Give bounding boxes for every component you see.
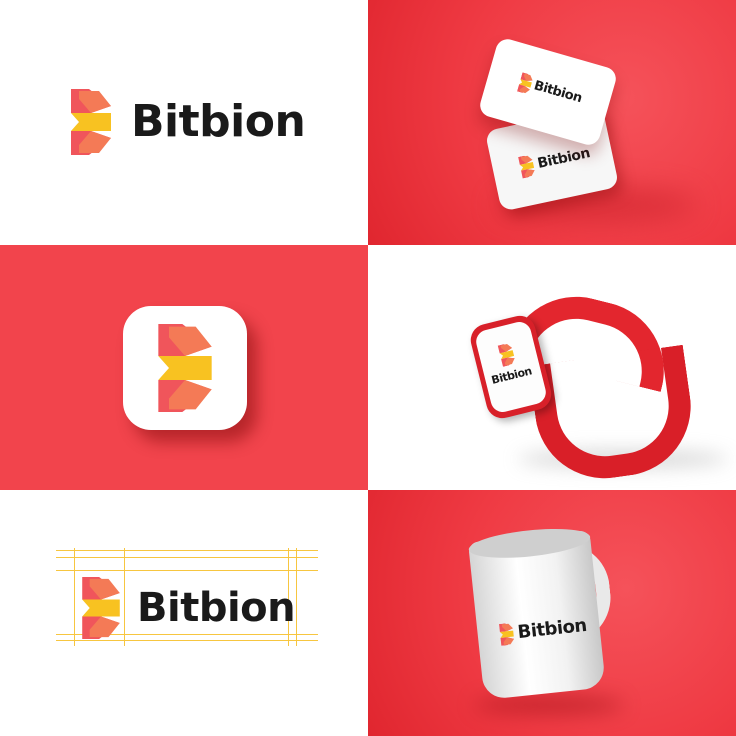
logo-wordmark: Bitbion bbox=[131, 96, 306, 147]
card-back-wordmark: Bitbion bbox=[536, 145, 592, 172]
smartwatch-panel: Bitbion bbox=[368, 245, 736, 490]
guide-line bbox=[74, 548, 75, 646]
app-icon-tile bbox=[123, 306, 247, 430]
guide-line bbox=[56, 557, 318, 558]
guide-line bbox=[56, 640, 318, 641]
watch-screen-wordmark: Bitbion bbox=[490, 364, 534, 387]
bitbion-logo-mark-icon bbox=[66, 89, 116, 155]
mug-rim bbox=[467, 524, 592, 563]
bitbion-logo-mark-icon bbox=[499, 623, 515, 646]
guide-line bbox=[296, 548, 297, 646]
app-icon-panel bbox=[0, 245, 368, 490]
bitbion-logo-mark-icon bbox=[78, 577, 124, 639]
guide-line bbox=[124, 548, 125, 646]
guide-line bbox=[56, 550, 318, 551]
bitbion-logo-mark-icon bbox=[152, 324, 218, 412]
guide-line bbox=[56, 570, 318, 571]
mug-wordmark: Bitbion bbox=[516, 614, 588, 644]
business-cards-panel: Bitbion Bitbion bbox=[368, 0, 736, 245]
logo-grid-wordmark: Bitbion bbox=[137, 585, 296, 631]
logo-primary-panel: Bitbion bbox=[0, 0, 368, 245]
card-front-wordmark: Bitbion bbox=[532, 78, 584, 107]
logo-grid-panel: Bitbion bbox=[0, 490, 368, 736]
bitbion-logo-mark-icon bbox=[518, 154, 536, 178]
mug-shadow bbox=[474, 696, 624, 714]
mug-panel: Bitbion bbox=[368, 490, 736, 736]
brand-presentation-grid: Bitbion Bitbion Bitbion Bitbion Bitbion … bbox=[0, 0, 736, 736]
bitbion-logo-mark-icon bbox=[497, 342, 516, 367]
mug-body: Bitbion bbox=[467, 524, 606, 700]
